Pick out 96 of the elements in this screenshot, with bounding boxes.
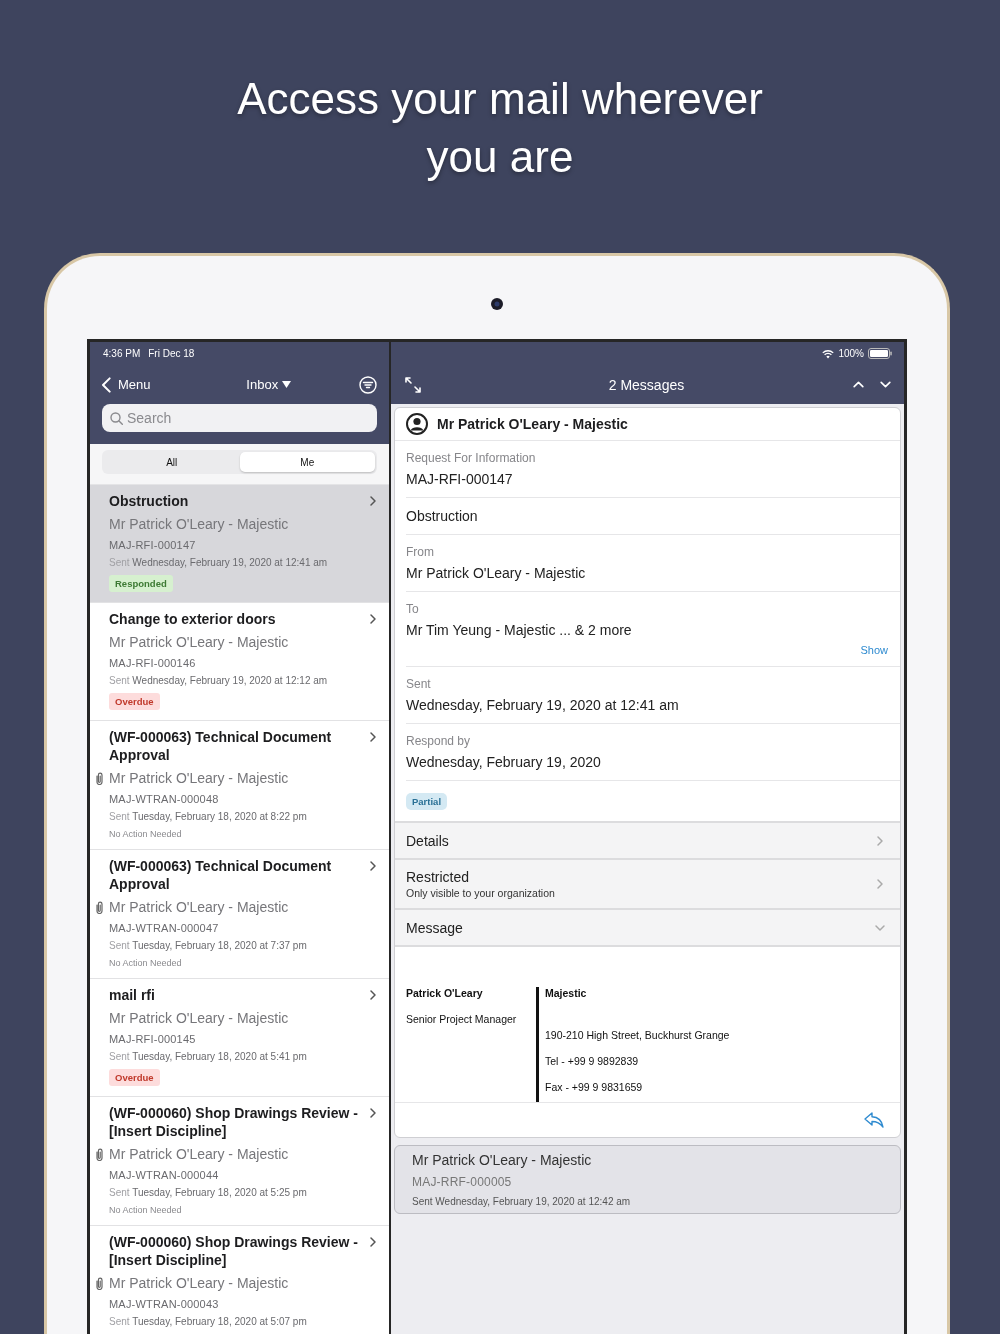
section-subtitle: Only visible to your organization: [406, 887, 555, 899]
sender-name: Mr Patrick O'Leary - Majestic: [109, 899, 289, 915]
status-badge: Overdue: [109, 693, 160, 710]
chevron-icon: [367, 989, 379, 1001]
field-value: Wednesday, February 19, 2020: [406, 754, 602, 770]
sent-date: Sent Wednesday, February 19, 2020 at 12:42 am: [412, 1196, 632, 1207]
avatar-icon: [406, 413, 428, 435]
sender-name: Mr Patrick O'Leary - Majestic: [109, 1010, 289, 1026]
reference-number: MAJ-RFI-000145: [109, 1033, 197, 1045]
message-subject: mail rfi: [109, 986, 155, 1004]
headline: Access your mail wherever you are: [236, 73, 764, 183]
section-row[interactable]: Restricted Only visible to your organization: [395, 858, 900, 908]
conversation-title: 2 Messages: [607, 376, 686, 393]
field-value: Mr Tim Yeung - Majestic ... & 2 more: [406, 622, 633, 638]
search-field[interactable]: Search: [102, 404, 377, 432]
message-subject: Obstruction: [109, 492, 189, 510]
field-label: Sent: [406, 677, 432, 691]
sender-name: Mr Patrick O'Leary - Majestic: [109, 770, 289, 786]
sender-name: Mr Patrick O'Leary - Majestic: [109, 516, 289, 532]
message-card[interactable]: Mr Patrick O'Leary - Majestic MAJ-RRF-000005 Sent Wednesday, February 19, 2020 at 12:42 am: [394, 1145, 901, 1214]
status-note: No Action Needed: [109, 829, 183, 839]
sender-name: Mr Patrick O'Leary - Majestic: [437, 416, 628, 432]
section-title: Details: [406, 832, 449, 849]
chevron-icon: [367, 613, 379, 625]
message-list-item[interactable]: Change to exterior doors Mr Patrick O'Leary - Majestic MAJ-RFI-000146 Sent Wednesday, February 19, 2020 at 12:12 am Overdue: [90, 603, 389, 721]
message-subject: (WF-000063) Technical Document Approval: [109, 857, 333, 893]
section-row[interactable]: Message: [395, 908, 900, 945]
reference-number: MAJ-RFI-000146: [109, 657, 197, 669]
signature-company: Majestic: [545, 987, 588, 1000]
message-list-item[interactable]: mail rfi Mr Patrick O'Leary - Majestic MAJ-RFI-000145 Sent Tuesday, February 18, 2020 at 5:41 pm Overdue: [90, 979, 389, 1097]
section-title: Message: [406, 919, 463, 936]
status-time: 4:36 PM: [103, 348, 141, 359]
segment-tab[interactable]: All: [104, 452, 240, 472]
message-subject: (WF-000060) Shop Drawings Review - [Insert Discipline]: [109, 1104, 359, 1140]
sender-name: Mr Patrick O'Leary - Majestic: [109, 1275, 289, 1291]
sent-date: Sent Tuesday, February 18, 2020 at 7:37 pm: [109, 940, 308, 951]
section-title: Restricted: [406, 869, 471, 885]
message-subject: (WF-000063) Technical Document Approval: [109, 728, 333, 764]
sent-date: Sent Tuesday, February 18, 2020 at 8:22 pm: [109, 811, 308, 822]
message-list-item[interactable]: (WF-000063) Technical Document Approval Mr Patrick O'Leary - Majestic MAJ-WTRAN-000047 Sent Tuesday, February 18, 2020 at 7:37 pm No Action Needed: [90, 850, 389, 979]
field-value: Wednesday, February 19, 2020 at 12:41 am: [406, 697, 680, 713]
message-list-item[interactable]: (WF-000063) Technical Document Approval Mr Patrick O'Leary - Majestic MAJ-WTRAN-000048 Sent Tuesday, February 18, 2020 at 8:22 pm No Action Needed: [90, 721, 389, 850]
signature-line: Tel - +99 9 9892839: [545, 1055, 640, 1068]
chevron-icon: [367, 495, 379, 507]
show-link[interactable]: Show: [860, 644, 888, 656]
reference-number: MAJ-RRF-000005: [412, 1175, 513, 1189]
field-value: Mr Patrick O'Leary - Majestic: [406, 565, 587, 581]
back-button[interactable]: Menu: [99, 376, 151, 393]
status-badge: Partial: [406, 793, 448, 810]
field-label: To: [406, 602, 420, 616]
status-badge: Overdue: [109, 1069, 160, 1086]
wifi-icon: [822, 348, 835, 359]
segment-tab[interactable]: Me: [239, 452, 375, 472]
sender-name: Mr Patrick O'Leary - Majestic: [412, 1152, 593, 1168]
status-note: No Action Needed: [109, 958, 183, 968]
signature-name: Patrick O'Leary: [406, 987, 484, 1000]
reply-icon[interactable]: [864, 1112, 884, 1128]
sent-date: Sent Tuesday, February 18, 2020 at 5:07 pm: [109, 1316, 308, 1327]
status-note: No Action Needed: [109, 1205, 183, 1215]
status-badge: Responded: [109, 575, 173, 592]
camera-icon: [491, 298, 503, 310]
field-value: MAJ-RFI-000147: [406, 471, 514, 487]
message-subject: Change to exterior doors: [109, 610, 276, 628]
reference-number: MAJ-RFI-000147: [109, 539, 197, 551]
expand-icon[interactable]: [405, 376, 421, 393]
chevron-icon: [367, 860, 379, 872]
field-value: Obstruction: [406, 508, 479, 524]
chevron-icon: [367, 731, 379, 743]
status-date: Fri Dec 18: [148, 348, 195, 359]
sent-date: Sent Wednesday, February 19, 2020 at 12:12 am: [109, 675, 329, 686]
reference-number: MAJ-WTRAN-000048: [109, 793, 220, 805]
section-row[interactable]: Details: [395, 821, 900, 858]
sender-name: Mr Patrick O'Leary - Majestic: [109, 1146, 289, 1162]
reference-number: MAJ-WTRAN-000044: [109, 1169, 220, 1181]
reference-number: MAJ-WTRAN-000043: [109, 1298, 220, 1310]
message-list-item[interactable]: (WF-000060) Shop Drawings Review - [Insert Discipline] Mr Patrick O'Leary - Majestic MAJ-WTRAN-000043 Sent Tuesday, February 18, 2020 at 5:07 pm: [90, 1226, 389, 1334]
chevron-icon: [367, 1236, 379, 1248]
mailbox-dropdown[interactable]: Inbox: [246, 377, 292, 392]
battery-icon: [868, 348, 892, 359]
search-icon: [110, 412, 123, 425]
filter-icon[interactable]: [359, 375, 377, 394]
sent-date: Sent Tuesday, February 18, 2020 at 5:41 pm: [109, 1051, 308, 1062]
signature-role: Senior Project Manager: [406, 1013, 518, 1026]
signature-line: 190-210 High Street, Buckhurst Grange: [545, 1029, 730, 1042]
battery-percent: 100%: [838, 348, 864, 359]
field-label: Respond by: [406, 734, 472, 748]
caret-icon: [282, 381, 292, 388]
message-list-item[interactable]: (WF-000060) Shop Drawings Review - [Insert Discipline] Mr Patrick O'Leary - Majestic MAJ-WTRAN-000044 Sent Tuesday, February 18, 2020 at 5:25 pm No Action Needed: [90, 1097, 389, 1226]
chevron-icon: [367, 1107, 379, 1119]
sender-name: Mr Patrick O'Leary - Majestic: [109, 634, 289, 650]
field-label: From: [406, 545, 435, 559]
reference-number: MAJ-WTRAN-000047: [109, 922, 220, 934]
message-subject: (WF-000060) Shop Drawings Review - [Insert Discipline]: [109, 1233, 359, 1269]
signature-line: Fax - +99 9 9831659: [545, 1081, 644, 1094]
sent-date: Sent Tuesday, February 18, 2020 at 5:25 pm: [109, 1187, 308, 1198]
field-label: Request For Information: [406, 451, 537, 465]
